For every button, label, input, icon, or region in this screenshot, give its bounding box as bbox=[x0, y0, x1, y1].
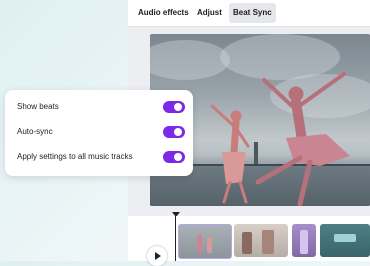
play-button[interactable] bbox=[147, 246, 167, 266]
timeline-clip[interactable] bbox=[292, 224, 316, 257]
timeline-clip[interactable] bbox=[234, 224, 288, 257]
tab-beat-sync[interactable]: Beat Sync bbox=[229, 3, 276, 23]
setting-label: Auto-sync bbox=[17, 127, 53, 136]
setting-apply-all-tracks: Apply settings to all music tracks bbox=[17, 150, 185, 166]
timeline bbox=[128, 216, 370, 266]
clip-figure bbox=[207, 237, 212, 253]
setting-auto-sync: Auto-sync bbox=[17, 125, 185, 141]
clip-figure bbox=[334, 234, 356, 242]
clip-figure bbox=[197, 235, 202, 253]
clip-figure bbox=[262, 230, 274, 254]
clip-figure bbox=[300, 230, 308, 254]
toggle-knob bbox=[174, 153, 182, 161]
editor-tab-bar: Audio effects Adjust Beat Sync bbox=[128, 0, 370, 27]
show-beats-toggle[interactable] bbox=[163, 101, 185, 113]
setting-label: Apply settings to all music tracks bbox=[17, 152, 133, 161]
play-icon bbox=[155, 252, 161, 260]
tab-adjust[interactable]: Adjust bbox=[193, 3, 226, 23]
beat-sync-settings-panel: Show beats Auto-sync Apply settings to a… bbox=[5, 90, 193, 176]
auto-sync-toggle[interactable] bbox=[163, 126, 185, 138]
toggle-knob bbox=[174, 128, 182, 136]
apply-all-tracks-toggle[interactable] bbox=[163, 151, 185, 163]
setting-show-beats: Show beats bbox=[17, 100, 185, 116]
clip-figure bbox=[242, 232, 252, 254]
timeline-clip[interactable] bbox=[320, 224, 370, 257]
setting-label: Show beats bbox=[17, 102, 59, 111]
timeline-clip[interactable] bbox=[178, 224, 232, 259]
toggle-knob bbox=[174, 103, 182, 111]
playhead-line[interactable] bbox=[175, 216, 176, 261]
tab-audio-effects[interactable]: Audio effects bbox=[134, 3, 193, 23]
